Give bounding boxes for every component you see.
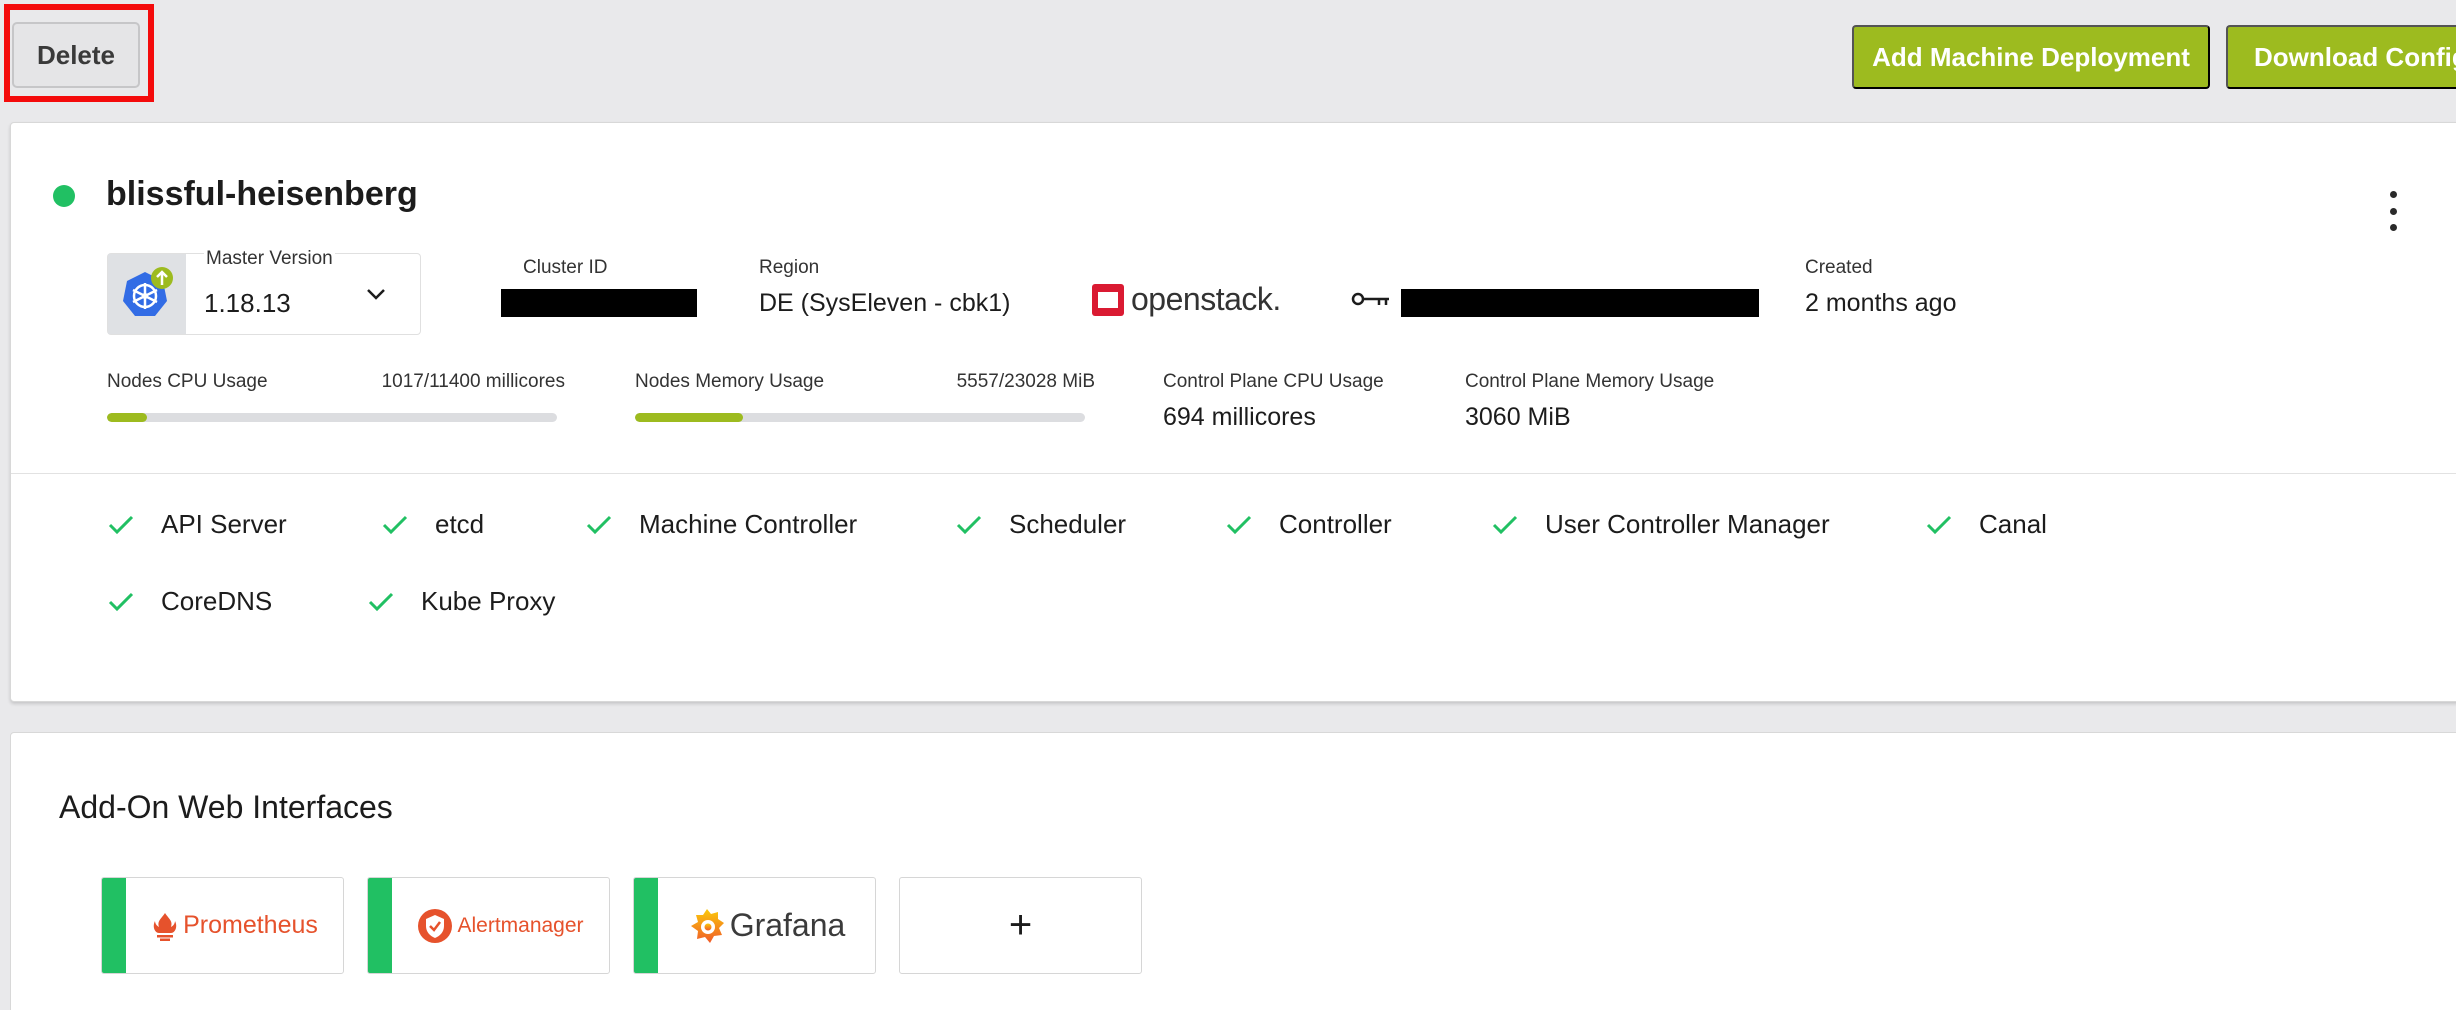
- cluster-name: blissful-heisenberg: [106, 175, 418, 213]
- control-plane-memory-label: Control Plane Memory Usage: [1465, 371, 1715, 392]
- master-version-label: Master Version: [204, 248, 335, 270]
- health-item-label: Controller: [1279, 509, 1392, 539]
- addon-tile-grafana[interactable]: Grafana: [633, 877, 876, 974]
- health-item-user-controller-manager: User Controller Manager: [1491, 509, 1830, 540]
- key-icon: [1351, 292, 1389, 306]
- check-icon: [955, 514, 983, 536]
- alertmanager-logo-text: Alertmanager: [457, 913, 584, 937]
- openstack-logo: openstack.: [1091, 281, 1281, 318]
- openstack-icon: [1092, 283, 1124, 316]
- nodes-cpu-usage-value: 1017/11400 millicores: [381, 371, 565, 392]
- download-config-button[interactable]: Download Config: [2226, 25, 2456, 89]
- check-icon: [367, 591, 395, 613]
- section-divider: [11, 473, 2456, 474]
- health-item-label: User Controller Manager: [1545, 509, 1830, 539]
- nodes-memory-usage-label: Nodes Memory Usage: [635, 371, 825, 392]
- nodes-memory-usage-value: 5557/23028 MiB: [956, 371, 1095, 392]
- control-plane-memory-value: 3060 MiB: [1465, 403, 1571, 431]
- nodes-cpu-usage-fill: [107, 413, 148, 422]
- nodes-memory-usage-bar: [635, 413, 1085, 422]
- created-label: Created: [1805, 257, 1873, 278]
- prometheus-logo-text: Prometheus: [183, 911, 318, 939]
- addon-status-stripe: [634, 878, 658, 973]
- add-machine-deployment-button[interactable]: Add Machine Deployment: [1852, 25, 2210, 89]
- health-item-label: Canal: [1979, 509, 2047, 539]
- control-plane-cpu-value: 694 millicores: [1163, 403, 1316, 431]
- grafana-icon: [690, 908, 724, 943]
- region-label: Region: [759, 257, 820, 278]
- prometheus-icon: [153, 912, 177, 941]
- health-item-kube-proxy: Kube Proxy: [367, 586, 555, 617]
- addon-section-title: Add-On Web Interfaces: [59, 789, 393, 825]
- check-icon: [107, 514, 135, 536]
- health-item-canal: Canal: [1925, 509, 2047, 540]
- check-icon: [381, 514, 409, 536]
- master-version-value: 1.18.13: [204, 288, 291, 318]
- check-icon: [585, 514, 613, 536]
- addon-tile-alertmanager[interactable]: Alertmanager: [367, 877, 610, 974]
- grafana-logo-text: Grafana: [729, 907, 846, 943]
- health-item-controller: Controller: [1225, 509, 1392, 540]
- cluster-details-card: blissful-heisenberg Master Version 1.18.…: [10, 122, 2456, 702]
- ssh-key-redacted: [1401, 289, 1759, 317]
- addon-status-stripe: [368, 878, 392, 973]
- cluster-id-redacted: [501, 289, 697, 317]
- add-addon-tile[interactable]: +: [899, 877, 1142, 974]
- action-toolbar: Delete Add Machine Deployment Download C…: [0, 0, 2456, 118]
- control-plane-cpu-label: Control Plane CPU Usage: [1163, 371, 1384, 392]
- nodes-memory-usage-fill: [635, 413, 744, 422]
- health-item-api-server: API Server: [107, 509, 287, 540]
- health-item-label: CoreDNS: [161, 586, 273, 616]
- addon-tile-prometheus[interactable]: Prometheus: [101, 877, 344, 974]
- nodes-cpu-usage-bar: [107, 413, 557, 422]
- cluster-status-dot: [53, 185, 75, 207]
- openstack-logo-text: openstack.: [1131, 281, 1281, 317]
- kubernetes-upgrade-icon: [108, 254, 186, 334]
- health-item-coredns: CoreDNS: [107, 586, 272, 617]
- chevron-down-icon: [367, 289, 385, 300]
- created-value: 2 months ago: [1805, 289, 1957, 317]
- check-icon: [1491, 514, 1519, 536]
- health-item-scheduler: Scheduler: [955, 509, 1126, 540]
- health-item-label: API Server: [161, 509, 287, 539]
- addon-web-interfaces-card: Add-On Web Interfaces Prometheus Alertma…: [10, 732, 2456, 1010]
- cluster-id-label: Cluster ID: [523, 257, 608, 278]
- health-item-label: Scheduler: [1009, 509, 1127, 539]
- health-item-label: Kube Proxy: [421, 586, 556, 616]
- check-icon: [107, 591, 135, 613]
- health-item-label: etcd: [435, 509, 485, 539]
- delete-button[interactable]: Delete: [12, 22, 140, 88]
- addon-status-stripe: [102, 878, 126, 973]
- health-item-machine-controller: Machine Controller: [585, 509, 857, 540]
- health-item-etcd: etcd: [381, 509, 484, 540]
- check-icon: [1225, 514, 1253, 536]
- plus-icon: +: [1008, 903, 1033, 947]
- alertmanager-icon: [418, 908, 453, 943]
- nodes-cpu-usage-label: Nodes CPU Usage: [107, 371, 268, 392]
- health-item-label: Machine Controller: [639, 509, 858, 539]
- master-version-select[interactable]: Master Version 1.18.13: [107, 248, 421, 335]
- more-options-icon[interactable]: [2381, 191, 2405, 231]
- check-icon: [1925, 514, 1953, 536]
- region-value: DE (SysEleven - cbk1): [759, 289, 1011, 317]
